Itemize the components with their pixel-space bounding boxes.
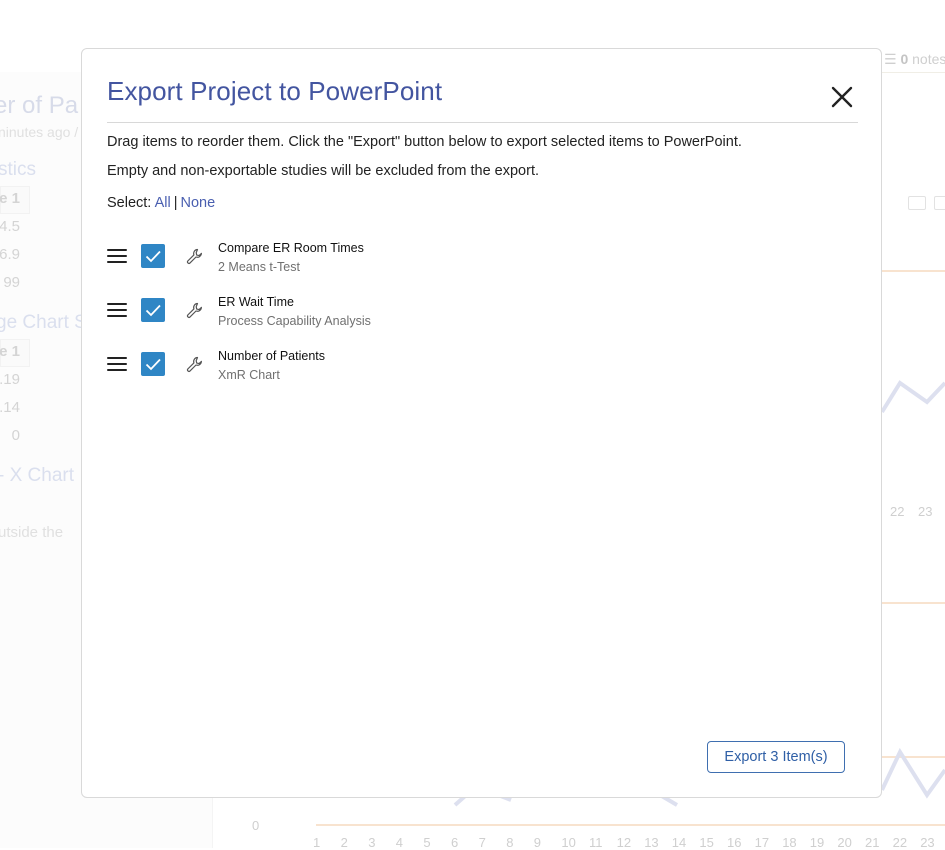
export-list-item[interactable]: Compare ER Room Times 2 Means t-Test: [107, 241, 507, 281]
item-title: ER Wait Time: [218, 295, 294, 309]
checkmark-icon: [145, 304, 161, 317]
select-none-link[interactable]: None: [180, 195, 215, 211]
checkmark-icon: [145, 358, 161, 371]
close-icon: [831, 86, 853, 108]
item-checkbox[interactable]: [141, 298, 165, 322]
checkmark-icon: [145, 250, 161, 263]
instructions-text: Drag items to reorder them. Click the "E…: [107, 134, 742, 150]
item-title: Compare ER Room Times: [218, 241, 364, 255]
drag-handle-icon[interactable]: [107, 357, 127, 373]
close-button[interactable]: [830, 85, 854, 109]
header-divider: [107, 122, 858, 123]
item-subtitle: XmR Chart: [218, 368, 280, 382]
select-controls: Select: All | None: [107, 195, 215, 211]
select-separator: |: [173, 195, 178, 211]
export-list-item[interactable]: ER Wait Time Process Capability Analysis: [107, 295, 507, 335]
drag-handle-icon[interactable]: [107, 249, 127, 265]
item-subtitle: 2 Means t-Test: [218, 260, 300, 274]
select-label: Select:: [107, 195, 152, 211]
background-axis-tick: 23: [918, 504, 933, 519]
wrench-icon: [186, 356, 202, 372]
export-button[interactable]: Export 3 Item(s): [707, 741, 845, 773]
exclusion-note: Empty and non-exportable studies will be…: [107, 163, 540, 179]
item-title: Number of Patients: [218, 349, 325, 363]
background-axis-zero: 0: [252, 818, 260, 833]
dialog-title: Export Project to PowerPoint: [107, 76, 443, 106]
item-checkbox[interactable]: [141, 352, 165, 376]
select-all-link[interactable]: All: [155, 195, 171, 211]
item-subtitle: Process Capability Analysis: [218, 314, 371, 328]
item-checkbox[interactable]: [141, 244, 165, 268]
background-axis-tick: 22: [890, 504, 905, 519]
export-dialog: Export Project to PowerPoint Drag items …: [81, 48, 882, 798]
drag-handle-icon[interactable]: [107, 303, 127, 319]
wrench-icon: [186, 248, 202, 264]
wrench-icon: [186, 302, 202, 318]
export-list-item[interactable]: Number of Patients XmR Chart: [107, 349, 507, 389]
